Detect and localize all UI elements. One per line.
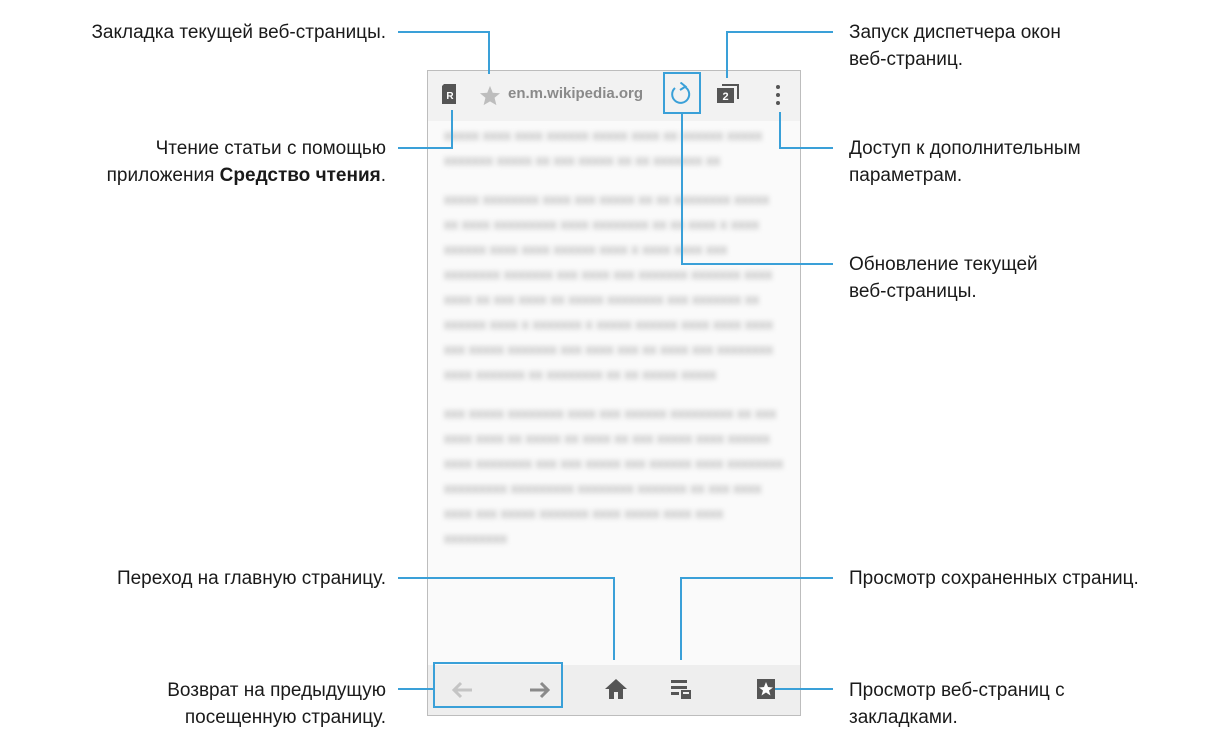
leader-lines bbox=[398, 31, 833, 690]
